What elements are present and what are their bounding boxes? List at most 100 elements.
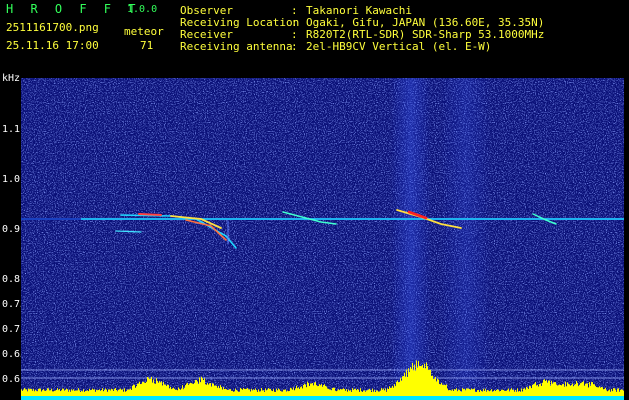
histogram-bar	[364, 390, 365, 396]
header-panel: H R O F F T 1.0.0 2511161700.png meteor …	[0, 0, 629, 70]
histogram-bar	[526, 386, 527, 396]
histogram-bar	[69, 389, 70, 396]
histogram-bar	[381, 388, 382, 396]
histogram-bar	[365, 391, 366, 396]
histogram-bar	[143, 381, 144, 396]
counter-value: 71	[140, 39, 154, 52]
histogram-bar	[545, 380, 546, 396]
histogram-bar	[95, 391, 96, 396]
histogram-bar	[566, 386, 567, 396]
histogram-bar	[286, 391, 287, 396]
histogram-bar	[596, 387, 597, 396]
histogram-bar	[567, 382, 568, 396]
histogram-bar	[580, 383, 581, 396]
histogram-bar	[97, 390, 98, 396]
histogram-bar	[236, 390, 237, 396]
histogram-bar	[239, 391, 240, 396]
histogram-bar	[542, 382, 543, 396]
spectrogram-panel: kHz 1.1 1.0 0.9 0.8 0.75 0.7 0.65 0.6 17…	[0, 70, 629, 400]
histogram-bar	[232, 390, 233, 396]
histogram-bar	[113, 390, 114, 396]
histogram-bar	[535, 382, 536, 396]
histogram-bar	[256, 390, 257, 396]
histogram-bar	[543, 380, 544, 396]
histogram-bar	[194, 382, 195, 396]
histogram-bar	[333, 387, 334, 396]
histogram-bar	[622, 389, 623, 396]
histogram-bar	[160, 382, 161, 396]
histogram-bar	[499, 391, 500, 396]
histogram-bar	[30, 388, 31, 396]
histogram-bar	[484, 390, 485, 396]
histogram-bar	[299, 388, 300, 396]
histogram-bar	[195, 379, 196, 396]
noise-texture	[21, 78, 624, 400]
histogram-bar	[155, 383, 156, 396]
histogram-bar	[604, 388, 605, 396]
histogram-bar	[419, 366, 420, 396]
y-unit-label: kHz	[2, 73, 21, 84]
histogram-bar	[461, 391, 462, 396]
histogram-bar	[581, 382, 582, 396]
histogram-bar	[337, 390, 338, 396]
histogram-bar	[496, 389, 497, 396]
histogram-bar	[139, 381, 140, 396]
histogram-bar	[31, 389, 32, 396]
histogram-bar	[87, 390, 88, 396]
histogram-bar	[157, 380, 158, 396]
histogram-bar	[439, 384, 440, 396]
histogram-bar	[435, 376, 436, 396]
histogram-bar	[554, 382, 555, 396]
histogram-bar	[410, 367, 411, 396]
histogram-bar	[552, 383, 553, 396]
histogram-bar	[614, 388, 615, 396]
histogram-bar	[290, 387, 291, 396]
histogram-bar	[248, 389, 249, 396]
histogram-bar	[285, 389, 286, 396]
histogram-bar	[241, 388, 242, 396]
histogram-bar	[174, 388, 175, 396]
histogram-bar	[577, 382, 578, 396]
histogram-bar	[215, 385, 216, 396]
histogram-bar	[453, 390, 454, 396]
histogram-bar	[228, 389, 229, 396]
histogram-bar	[220, 385, 221, 396]
histogram-bar	[515, 389, 516, 396]
histogram-bar	[518, 391, 519, 396]
histogram-bar	[152, 382, 153, 396]
histogram-bar	[485, 388, 486, 396]
histogram-bar	[317, 386, 318, 396]
histogram-bar	[401, 380, 402, 396]
histogram-bar	[131, 389, 132, 396]
y-tick-label: 1.0	[2, 174, 21, 185]
histogram-bar	[508, 388, 509, 396]
counter-label: meteor	[124, 25, 164, 38]
antenna-value: 2el-HB9CV Vertical (el. E-W)	[306, 40, 492, 53]
histogram-bar	[536, 385, 537, 396]
histogram-bar	[119, 389, 120, 396]
histogram-bar	[330, 389, 331, 396]
histogram-bar	[265, 388, 266, 396]
histogram-bar	[192, 383, 193, 396]
noise-band	[391, 78, 431, 400]
histogram-bar	[363, 390, 364, 396]
histogram-bar	[259, 391, 260, 396]
histogram-bar	[41, 391, 42, 396]
histogram-bar	[529, 386, 530, 396]
histogram-bar	[191, 383, 192, 396]
histogram-bar	[430, 369, 431, 396]
histogram-bar	[313, 385, 314, 396]
histogram-bar	[388, 389, 389, 396]
histogram-bar	[355, 388, 356, 396]
histogram-bar	[584, 385, 585, 396]
histogram-bar	[252, 390, 253, 396]
histogram-bar	[70, 391, 71, 396]
histogram-bar	[492, 391, 493, 396]
histogram-bar	[171, 389, 172, 396]
histogram-bar	[202, 378, 203, 396]
histogram-bar	[216, 385, 217, 396]
antenna-label: Receiving antenna	[180, 40, 293, 53]
histogram-bar	[243, 388, 244, 396]
histogram-bar	[445, 385, 446, 396]
histogram-bar	[37, 391, 38, 396]
